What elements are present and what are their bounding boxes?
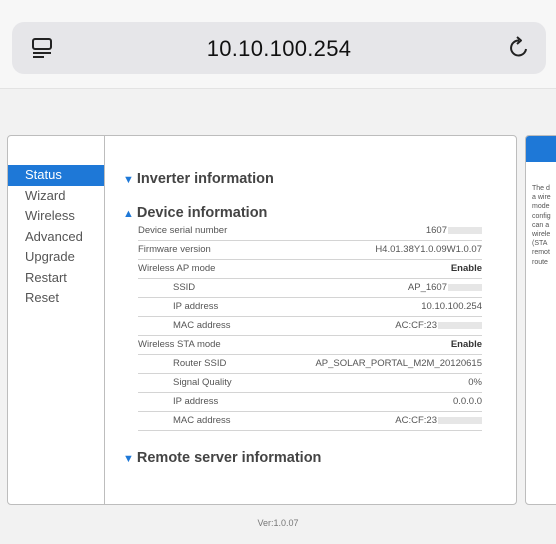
reload-icon[interactable] xyxy=(506,35,532,61)
ap-mac-value: AC:CF:23 xyxy=(395,320,437,331)
redaction-block xyxy=(438,321,482,329)
table-row: IP address 10.10.100.254 xyxy=(138,297,482,317)
chevron-down-icon: ▼ xyxy=(123,174,134,186)
ap-ssid-value: AP_1607 xyxy=(407,282,447,293)
main-panel: Status Wizard Wireless Advanced Upgrade … xyxy=(7,135,517,505)
address-bar[interactable]: 10.10.100.254 xyxy=(12,22,546,74)
help-text: The d a wire mode config can a wirele (S… xyxy=(532,185,551,266)
router-ssid-value: AP_SOLAR_PORTAL_M2M_20120615 xyxy=(315,358,482,369)
help-panel: The d a wire mode config can a wirele (S… xyxy=(525,135,556,505)
ap-ip-value: 10.10.100.254 xyxy=(421,301,482,312)
chevron-down-icon: ▼ xyxy=(123,453,134,465)
table-row: Device serial number 1607 xyxy=(138,221,482,241)
table-row: Firmware version H4.01.38Y1.0.09W1.0.07 xyxy=(138,240,482,260)
table-row: IP address 0.0.0.0 xyxy=(138,392,482,412)
sidebar-nav: Status Wizard Wireless Advanced Upgrade … xyxy=(8,136,105,504)
sidebar-item-status[interactable]: Status xyxy=(8,165,104,186)
inverter-info-header[interactable]: ▼ Inverter information xyxy=(123,171,274,187)
sidebar-item-advanced[interactable]: Advanced xyxy=(8,227,104,248)
browser-toolbar: 10.10.100.254 xyxy=(0,0,556,89)
chevron-up-icon: ▲ xyxy=(123,208,134,220)
sidebar-item-upgrade[interactable]: Upgrade xyxy=(8,247,104,268)
firmware-value: H4.01.38Y1.0.09W1.0.07 xyxy=(375,244,482,255)
version-label: Ver:1.0.07 xyxy=(257,518,299,528)
serial-value: 1607 xyxy=(425,225,447,236)
signal-quality-value: 0% xyxy=(468,377,482,388)
redaction-block xyxy=(448,226,482,234)
sta-ip-value: 0.0.0.0 xyxy=(452,396,482,407)
table-row: Wireless STA mode Enable xyxy=(138,335,482,355)
sidebar-item-restart[interactable]: Restart xyxy=(8,268,104,289)
sidebar-item-wireless[interactable]: Wireless xyxy=(8,206,104,227)
sidebar-item-reset[interactable]: Reset xyxy=(8,288,104,309)
table-row: MAC address AC:CF:23 xyxy=(138,411,482,431)
status-content: ▼ Inverter information ▲ Device informatio… xyxy=(105,136,515,504)
table-row: Signal Quality 0% xyxy=(138,373,482,393)
url-text[interactable]: 10.10.100.254 xyxy=(12,36,546,62)
table-row: MAC address AC:CF:23 xyxy=(138,316,482,336)
redaction-block xyxy=(438,416,482,424)
help-panel-header xyxy=(526,136,556,162)
device-info-header[interactable]: ▲ Device information xyxy=(123,205,267,221)
redaction-block xyxy=(448,283,482,291)
sidebar-item-wizard[interactable]: Wizard xyxy=(8,186,104,207)
table-row: Wireless AP mode Enable xyxy=(138,259,482,279)
remote-server-info-header[interactable]: ▼ Remote server information xyxy=(123,450,321,466)
table-row: SSID AP_1607 xyxy=(138,278,482,298)
table-row: Router SSID AP_SOLAR_PORTAL_M2M_20120615 xyxy=(138,354,482,374)
sta-mac-value: AC:CF:23 xyxy=(395,415,437,426)
sta-mode-value: Enable xyxy=(450,339,482,350)
ap-mode-value: Enable xyxy=(450,263,482,274)
